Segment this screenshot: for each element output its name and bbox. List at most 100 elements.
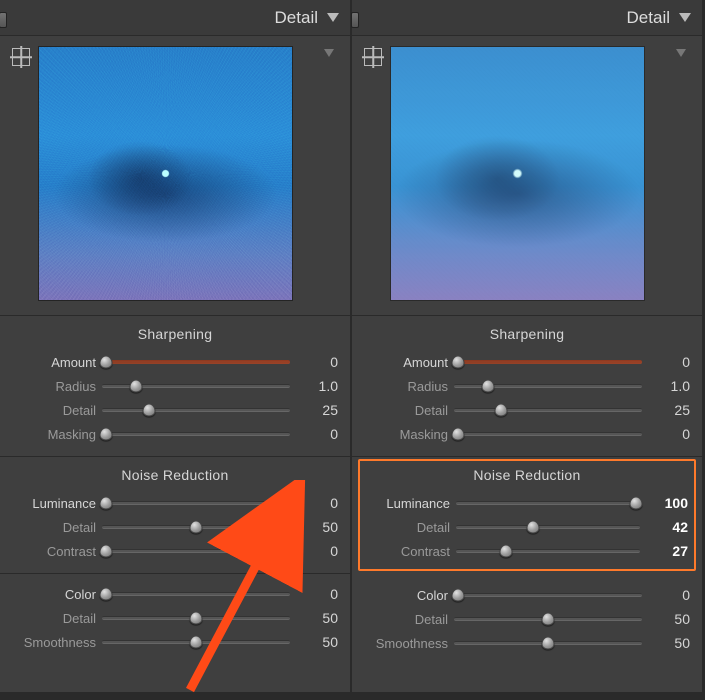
- slider-value[interactable]: 0: [648, 587, 690, 603]
- slider-label: Detail: [12, 520, 96, 535]
- slider-row-detail: Detail 25: [12, 398, 338, 422]
- chevron-down-icon[interactable]: [678, 13, 692, 23]
- panel-switch-icon[interactable]: [0, 12, 7, 28]
- slider-value[interactable]: 50: [296, 610, 338, 626]
- slider-label: Luminance: [12, 496, 96, 511]
- slider-label: Radius: [12, 379, 96, 394]
- slider-value[interactable]: 0: [296, 543, 338, 559]
- slider-thumb[interactable]: [451, 428, 464, 441]
- slider-row-amount: Amount 0: [12, 350, 338, 374]
- slider-thumb[interactable]: [481, 380, 494, 393]
- color-noise-section: Color 0 Detail 50 Smoothness 50: [352, 575, 702, 665]
- slider-masking[interactable]: [102, 427, 290, 441]
- target-picker-icon[interactable]: [364, 48, 382, 66]
- slider-row-radius: Radius 1.0: [12, 374, 338, 398]
- slider-thumb[interactable]: [542, 613, 555, 626]
- slider-row-luminance: Luminance 0: [12, 491, 338, 515]
- preview-section: [352, 36, 702, 316]
- slider-thumb[interactable]: [527, 521, 540, 534]
- slider-row-color: Color 0: [12, 582, 338, 606]
- slider-radius[interactable]: [102, 379, 290, 393]
- slider-smoothness[interactable]: [454, 636, 642, 650]
- slider-value[interactable]: 50: [648, 635, 690, 651]
- slider-value[interactable]: 0: [648, 426, 690, 442]
- slider-value[interactable]: 27: [646, 543, 688, 559]
- slider-thumb[interactable]: [630, 497, 643, 510]
- slider-value[interactable]: 0: [296, 495, 338, 511]
- detail-panel-right: Detail Sharpening Amount 0 Radius: [352, 0, 704, 692]
- slider-amount[interactable]: [102, 355, 290, 369]
- slider-thumb[interactable]: [143, 404, 156, 417]
- slider-thumb[interactable]: [99, 428, 112, 441]
- slider-value[interactable]: 50: [648, 611, 690, 627]
- slider-row-amount: Amount 0: [364, 350, 690, 374]
- slider-value[interactable]: 0: [296, 426, 338, 442]
- slider-label: Detail: [364, 612, 448, 627]
- slider-thumb[interactable]: [451, 356, 464, 369]
- slider-label: Luminance: [366, 496, 450, 511]
- slider-thumb[interactable]: [499, 545, 512, 558]
- noise-reduction-section: Noise Reduction Luminance 0 Detail 50 Co…: [0, 457, 350, 574]
- slider-thumb[interactable]: [129, 380, 142, 393]
- slider-label: Detail: [364, 403, 448, 418]
- detail-panel-left: Detail Sharpening Amount 0 Radius: [0, 0, 352, 692]
- slider-value[interactable]: 25: [296, 402, 338, 418]
- slider-value[interactable]: 50: [296, 519, 338, 535]
- slider-smoothness[interactable]: [102, 635, 290, 649]
- detail-preview[interactable]: [390, 46, 645, 301]
- panel-header[interactable]: Detail: [352, 0, 702, 36]
- preview-disclosure-icon[interactable]: [676, 48, 686, 60]
- slider-thumb[interactable]: [99, 588, 112, 601]
- slider-nr-detail[interactable]: [102, 520, 290, 534]
- slider-thumb[interactable]: [99, 356, 112, 369]
- slider-color-detail[interactable]: [454, 612, 642, 626]
- slider-nr-contrast[interactable]: [456, 544, 640, 558]
- slider-row-masking: Masking 0: [364, 422, 690, 446]
- slider-row-color-detail: Detail 50: [12, 606, 338, 630]
- slider-nr-detail[interactable]: [456, 520, 640, 534]
- panel-switch-icon[interactable]: [351, 12, 359, 28]
- slider-thumb[interactable]: [99, 497, 112, 510]
- slider-label: Contrast: [12, 544, 96, 559]
- slider-thumb[interactable]: [190, 636, 203, 649]
- slider-thumb[interactable]: [451, 589, 464, 602]
- slider-sharpen-detail[interactable]: [454, 403, 642, 417]
- slider-label: Detail: [366, 520, 450, 535]
- detail-preview[interactable]: [38, 46, 293, 301]
- slider-value[interactable]: 0: [648, 354, 690, 370]
- slider-value[interactable]: 100: [646, 495, 688, 511]
- section-title-sharpening: Sharpening: [12, 326, 338, 342]
- slider-luminance[interactable]: [102, 496, 290, 510]
- target-picker-icon[interactable]: [12, 48, 30, 66]
- panel-header[interactable]: Detail: [0, 0, 350, 36]
- preview-disclosure-icon[interactable]: [324, 48, 334, 60]
- slider-label: Masking: [12, 427, 96, 442]
- slider-row-radius: Radius 1.0: [364, 374, 690, 398]
- slider-value[interactable]: 50: [296, 634, 338, 650]
- slider-nr-contrast[interactable]: [102, 544, 290, 558]
- slider-value[interactable]: 42: [646, 519, 688, 535]
- slider-color-detail[interactable]: [102, 611, 290, 625]
- slider-amount[interactable]: [454, 355, 642, 369]
- slider-radius[interactable]: [454, 379, 642, 393]
- slider-masking[interactable]: [454, 427, 642, 441]
- slider-thumb[interactable]: [99, 545, 112, 558]
- slider-value[interactable]: 25: [648, 402, 690, 418]
- section-title-sharpening: Sharpening: [364, 326, 690, 342]
- slider-thumb[interactable]: [542, 637, 555, 650]
- slider-thumb[interactable]: [190, 521, 203, 534]
- slider-luminance[interactable]: [456, 496, 640, 510]
- slider-value[interactable]: 1.0: [296, 378, 338, 394]
- slider-value[interactable]: 0: [296, 586, 338, 602]
- slider-value[interactable]: 0: [296, 354, 338, 370]
- chevron-down-icon[interactable]: [326, 13, 340, 23]
- slider-color[interactable]: [102, 587, 290, 601]
- slider-thumb[interactable]: [190, 612, 203, 625]
- slider-label: Amount: [364, 355, 448, 370]
- slider-color[interactable]: [454, 588, 642, 602]
- slider-value[interactable]: 1.0: [648, 378, 690, 394]
- slider-thumb[interactable]: [495, 404, 508, 417]
- slider-row-smoothness: Smoothness 50: [364, 631, 690, 655]
- slider-sharpen-detail[interactable]: [102, 403, 290, 417]
- slider-label: Contrast: [366, 544, 450, 559]
